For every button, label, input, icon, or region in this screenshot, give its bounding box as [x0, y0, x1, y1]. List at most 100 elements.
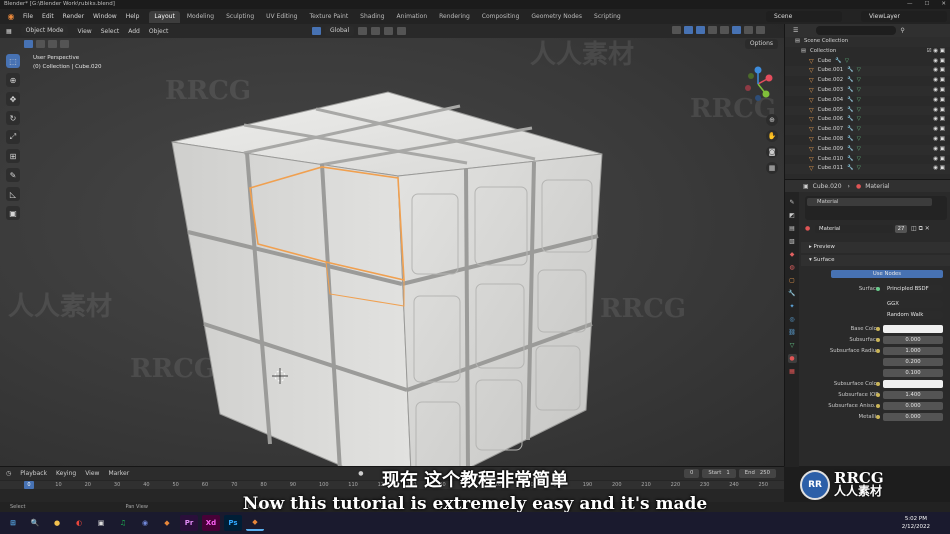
outliner-item[interactable]: ▽ Cube.009 🔧 ▽ ◉ ▣	[785, 144, 950, 155]
scene-selector[interactable]: Scene	[766, 11, 842, 22]
photoshop-icon[interactable]: Ps	[224, 515, 242, 531]
scale-icon[interactable]: ⤢	[6, 130, 20, 144]
property-value-field[interactable]: 0.000	[883, 412, 943, 421]
outliner-item[interactable]: ▽ Cube.003 🔧 ▽ ◉ ▣	[785, 85, 950, 96]
snap-icon[interactable]	[358, 27, 368, 35]
measure-icon[interactable]: ◺	[6, 187, 20, 201]
visibility-eye-icon[interactable]: ◉ ▣	[933, 125, 945, 135]
distribution-dropdown[interactable]: GGX	[883, 299, 943, 308]
texture-tab-icon[interactable]: ▦	[788, 367, 797, 376]
menu-window[interactable]: Window	[93, 13, 117, 20]
world-tab-icon[interactable]: ◍	[788, 263, 797, 272]
menu-file[interactable]: File	[23, 13, 33, 20]
select-extend-icon[interactable]	[36, 40, 45, 48]
outliner-item[interactable]: ▽ Cube.008 🔧 ▽ ◉ ▣	[785, 135, 950, 145]
grid-icon[interactable]: ▦	[766, 162, 778, 174]
tab-animation[interactable]: Animation	[392, 11, 433, 23]
transform-pivot-icon[interactable]	[312, 27, 321, 35]
constraints-tab-icon[interactable]: ⛓	[788, 328, 797, 337]
outliner-item[interactable]: ▽ Cube.010 🔧 ▽ ◉ ▣	[785, 155, 950, 165]
visibility-eye-icon[interactable]: ◉ ▣	[933, 66, 945, 76]
outliner-item[interactable]: ▽ Cube.011 🔧 ▽ ◉ ▣	[785, 164, 950, 175]
object-menu[interactable]: Object	[149, 28, 169, 35]
add-cube-icon[interactable]: ▣	[6, 206, 20, 220]
visibility-eye-icon[interactable]: ◉ ▣	[933, 155, 945, 165]
xray-icon[interactable]	[708, 26, 717, 34]
material-slots-list[interactable]: Material	[805, 196, 947, 220]
outliner-item[interactable]: ▽ Cube.006 🔧 ▽ ◉ ▣	[785, 115, 950, 125]
select-mode-icon[interactable]	[24, 40, 33, 48]
tab-rendering[interactable]: Rendering	[434, 11, 475, 23]
blender-logo-icon[interactable]: ◉	[4, 11, 18, 22]
material-tab-icon[interactable]: ●	[787, 354, 797, 363]
shading-wireframe-icon[interactable]	[720, 26, 729, 34]
blender-taskbar-icon[interactable]: ◆	[158, 515, 176, 531]
filter-icon[interactable]: ⚲	[900, 27, 904, 34]
outliner-search-input[interactable]	[816, 26, 897, 35]
menu-help[interactable]: Help	[126, 13, 140, 20]
tab-texture-paint[interactable]: Texture Paint	[304, 11, 353, 23]
overlay-icon[interactable]	[696, 26, 705, 34]
camera-icon[interactable]: ◙	[766, 146, 778, 158]
move-icon[interactable]: ✥	[6, 92, 20, 106]
add-menu[interactable]: Add	[128, 28, 140, 35]
visibility-eye-icon[interactable]: ◉ ▣	[933, 106, 945, 116]
outliner-item[interactable]: ▽ Cube.007 🔧 ▽ ◉ ▣	[785, 125, 950, 135]
xd-icon[interactable]: Xd	[202, 515, 220, 531]
select-menu[interactable]: Select	[101, 28, 120, 35]
mode-dropdown[interactable]: Object Mode	[20, 26, 69, 36]
search-icon[interactable]: 🔍	[26, 515, 44, 531]
system-clock[interactable]: 5:02 PM 2/12/2022	[902, 515, 930, 531]
annotate-icon[interactable]: ✎	[6, 168, 20, 182]
shading-solid-icon[interactable]	[732, 26, 741, 34]
modifier-tab-icon[interactable]: 🔧	[788, 289, 797, 298]
shading-rendered-icon[interactable]	[756, 26, 765, 34]
tab-modeling[interactable]: Modeling	[182, 11, 219, 23]
visibility-icon[interactable]	[672, 26, 681, 34]
spotify-icon[interactable]: ♫	[114, 515, 132, 531]
visibility-eye-icon[interactable]: ◉ ▣	[933, 86, 945, 96]
preview-section[interactable]: ▸ Preview	[801, 242, 950, 253]
premiere-icon[interactable]: Pr	[180, 515, 198, 531]
visibility-eye-icon[interactable]: ◉ ▣	[933, 145, 945, 155]
render-tab-icon[interactable]: ◩	[788, 211, 797, 220]
transform-icon[interactable]: ⊞	[6, 149, 20, 163]
zoom-icon[interactable]: ⊕	[766, 114, 778, 126]
tab-geometry-nodes[interactable]: Geometry Nodes	[526, 11, 587, 23]
object-tab-icon[interactable]: ▢	[788, 276, 797, 285]
physics-tab-icon[interactable]: ◎	[788, 315, 797, 324]
file-explorer-icon[interactable]: ●	[48, 515, 66, 531]
gizmo-icon[interactable]	[684, 26, 693, 34]
surface-shader-field[interactable]: Principled BSDF	[883, 284, 943, 293]
windows-start-icon[interactable]: ⊞	[4, 515, 22, 531]
outliner-item[interactable]: ▽ Cube.002 🔧 ▽ ◉ ▣	[785, 76, 950, 86]
outliner-editor-icon[interactable]: ☰	[793, 27, 798, 34]
rotate-icon[interactable]: ↻	[6, 111, 20, 125]
tab-shading[interactable]: Shading	[355, 11, 389, 23]
tab-compositing[interactable]: Compositing	[477, 11, 525, 23]
tool-tab-icon[interactable]: ✎	[788, 198, 797, 207]
property-value-field[interactable]	[883, 379, 943, 388]
visibility-eye-icon[interactable]: ◉ ▣	[933, 96, 945, 106]
select-invert-icon[interactable]	[60, 40, 69, 48]
visibility-eye-icon[interactable]: ◉ ▣	[933, 57, 945, 67]
app-icon[interactable]: ▣	[92, 515, 110, 531]
select-subtract-icon[interactable]	[48, 40, 57, 48]
outliner-scene-collection[interactable]: ▤ Scene Collection	[785, 37, 950, 47]
output-tab-icon[interactable]: ▤	[788, 224, 797, 233]
subsurface-method-dropdown[interactable]: Random Walk	[883, 310, 943, 319]
outliner-item[interactable]: ▽ Cube 🔧 ▽ ◉ ▣	[785, 57, 950, 67]
close-button[interactable]: ✕	[941, 0, 946, 9]
property-value-field[interactable]: 0.000	[883, 401, 943, 410]
fake-user-icon[interactable]: ◫ ⧉ ✕	[911, 225, 930, 233]
options-dropdown[interactable]: Options	[744, 39, 778, 49]
visibility-eye-icon[interactable]: ☑ ◉ ▣	[927, 47, 945, 57]
proportional-edit-icon[interactable]	[384, 27, 394, 35]
data-tab-icon[interactable]: ▽	[788, 341, 797, 350]
3d-viewport[interactable]: RRCG 人人素材 RRCG RRCG 人人素材 RRCG RRCG 人人素材 …	[0, 24, 784, 466]
maximize-button[interactable]: ☐	[924, 0, 929, 9]
material-users-count[interactable]: 27	[895, 224, 907, 233]
visibility-eye-icon[interactable]: ◉ ▣	[933, 164, 945, 174]
particles-tab-icon[interactable]: ✦	[788, 302, 797, 311]
property-value-field[interactable]: 1.400	[883, 390, 943, 399]
